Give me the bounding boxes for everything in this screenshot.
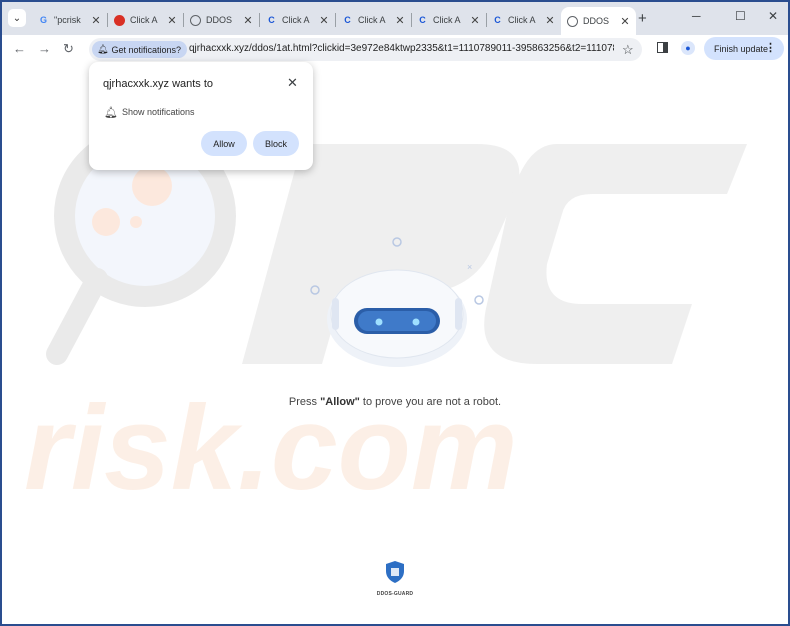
shield-icon <box>386 561 404 583</box>
notification-permission-popup: qjrhacxxk.xyz wants to ✕ 🔔︎ Show notific… <box>89 62 313 170</box>
allow-button[interactable]: Allow <box>201 131 247 156</box>
svg-text:×: × <box>467 262 472 272</box>
address-bar[interactable]: 🔔︎ Get notifications? qjrhacxxk.xyz/ddos… <box>89 38 642 61</box>
captcha-message-allow: "Allow" <box>320 396 360 408</box>
close-icon[interactable]: ✕ <box>165 14 179 27</box>
ddos-guard-logo: DDOS-GUARD <box>375 560 415 597</box>
robot-illustration: × <box>310 237 484 367</box>
tab-title: Click A <box>508 15 536 25</box>
tab-click-a-2[interactable]: C Click A ✕ <box>260 7 336 33</box>
c-icon: C <box>494 15 501 25</box>
new-tab-button[interactable]: + <box>638 10 647 27</box>
browser-window: ⌄ G "pcrisk ✕ Click A ✕ DDOS ✕ C Click A… <box>0 0 790 626</box>
popup-permission-text: Show notifications <box>122 107 195 117</box>
close-window-icon[interactable]: ✕ <box>768 9 778 23</box>
globe-icon <box>567 15 578 27</box>
captcha-message-suffix: to prove you are not a robot. <box>359 396 502 408</box>
c-icon: C <box>268 15 275 25</box>
tab-title: Click A <box>282 15 310 25</box>
globe-icon <box>190 14 201 26</box>
tab-title: Click A <box>358 15 386 25</box>
bell-icon: 🔔︎ <box>97 44 109 54</box>
captcha-message-prefix: Press <box>288 396 321 408</box>
tab-ddos-1[interactable]: DDOS ✕ <box>184 7 260 33</box>
close-icon[interactable]: ✕ <box>618 15 632 28</box>
close-icon[interactable]: ✕ <box>393 14 407 27</box>
tab-pcrisk[interactable]: G "pcrisk ✕ <box>32 7 108 33</box>
star-icon[interactable]: ☆ <box>622 42 634 58</box>
tab-click-a-5[interactable]: C Click A ✕ <box>486 7 561 33</box>
bell-icon: 🔔︎ <box>104 107 118 119</box>
side-panel-icon[interactable] <box>657 42 668 53</box>
close-icon[interactable]: ✕ <box>241 14 255 27</box>
close-icon[interactable]: ✕ <box>543 14 557 27</box>
profile-avatar-icon[interactable]: ● <box>681 41 695 55</box>
tab-title: Click A <box>130 15 158 25</box>
notification-chip-label: Get notifications? <box>111 44 181 55</box>
captcha-message: Press "Allow" to prove you are not a rob… <box>2 396 788 408</box>
chevron-down-icon: ⌄ <box>12 12 22 24</box>
url-text[interactable]: qjrhacxxk.xyz/ddos/1at.html?clickid=3e97… <box>189 43 614 54</box>
close-icon[interactable]: ✕ <box>89 14 103 27</box>
tab-click-a-1[interactable]: Click A ✕ <box>108 7 184 33</box>
tab-ddos-active[interactable]: DDOS ✕ <box>561 7 636 35</box>
reload-icon[interactable]: ↻ <box>63 41 74 57</box>
close-icon[interactable]: ✕ <box>287 75 298 91</box>
more-vert-icon[interactable]: ⋮ <box>765 41 776 54</box>
popup-title: qjrhacxxk.xyz wants to <box>103 78 214 90</box>
notification-chip[interactable]: 🔔︎ Get notifications? <box>92 41 187 58</box>
red-dot-icon <box>114 14 125 26</box>
finish-update-label: Finish update <box>714 43 769 54</box>
google-icon: G <box>39 15 47 25</box>
c-icon: C <box>419 15 426 25</box>
close-icon[interactable]: ✕ <box>317 14 331 27</box>
finish-update-button[interactable]: Finish update ⋮ <box>704 37 784 60</box>
back-arrow-icon[interactable]: ← <box>13 41 26 56</box>
c-icon: C <box>344 15 351 25</box>
minimize-icon[interactable]: ─ <box>692 9 701 23</box>
ddos-guard-label: DDOS-GUARD <box>376 591 414 597</box>
maximize-icon[interactable]: ☐ <box>735 9 746 23</box>
block-button[interactable]: Block <box>253 131 299 156</box>
tab-click-a-3[interactable]: C Click A ✕ <box>336 7 412 33</box>
tab-search-button[interactable]: ⌄ <box>8 9 26 27</box>
tab-title: DDOS <box>206 15 233 25</box>
tab-title: DDOS <box>583 16 610 26</box>
tab-strip: ⌄ G "pcrisk ✕ Click A ✕ DDOS ✕ C Click A… <box>2 2 788 35</box>
close-icon[interactable]: ✕ <box>468 14 482 27</box>
tab-click-a-4[interactable]: C Click A ✕ <box>411 7 487 33</box>
tab-title: Click A <box>433 15 461 25</box>
toolbar: ← → ↻ 🔔︎ Get notifications? qjrhacxxk.xy… <box>2 35 788 64</box>
forward-arrow-icon[interactable]: → <box>38 41 51 56</box>
tab-title: "pcrisk <box>54 15 81 25</box>
